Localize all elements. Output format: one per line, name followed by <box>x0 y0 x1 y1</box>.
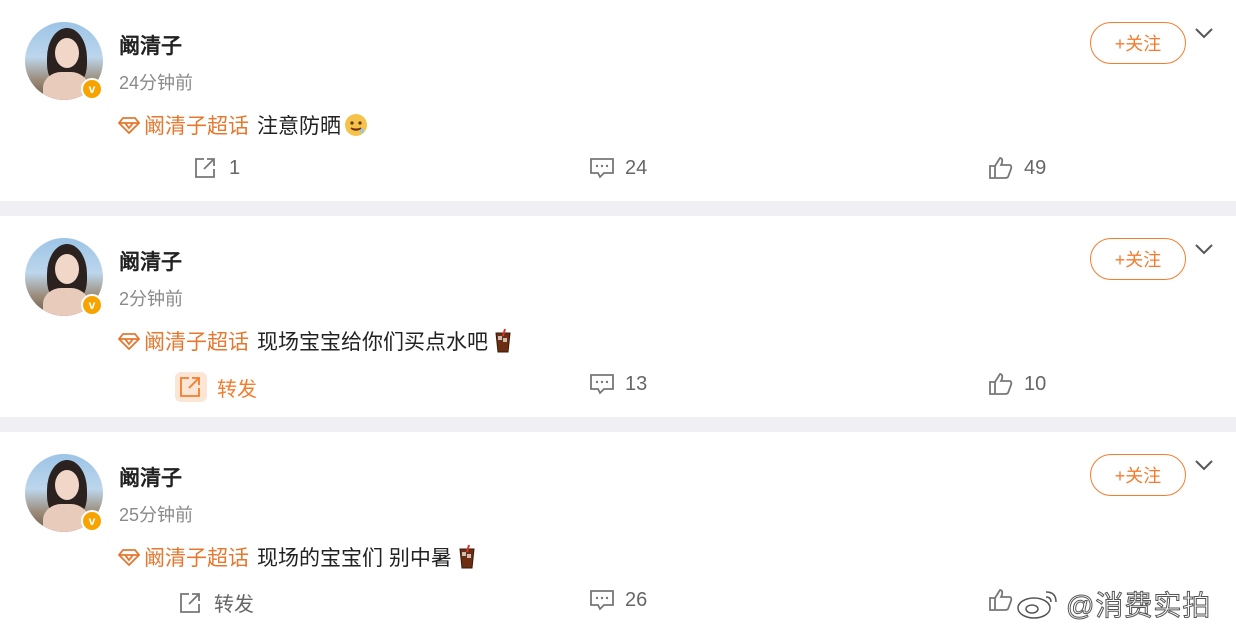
share-icon <box>195 158 215 178</box>
share-icon-highlight <box>175 372 207 402</box>
supertopic-link[interactable]: 阚清子超话 <box>118 542 249 572</box>
verified-badge-icon: v <box>81 294 103 316</box>
supertopic-link[interactable]: 阚清子超话 <box>118 110 249 140</box>
post-text: 现场宝宝给你们买点水吧 <box>257 331 488 354</box>
verified-badge-icon: v <box>81 78 103 100</box>
post-time: 2分钟前 <box>119 289 184 309</box>
topic-label: 阚清子超话 <box>144 547 249 570</box>
iced-drink-emoji-icon <box>459 544 475 569</box>
repost-count: 1 <box>229 156 241 179</box>
chevron-down-icon[interactable] <box>1194 26 1214 40</box>
drooling-face-emoji-icon <box>345 114 367 136</box>
verified-badge-icon: v <box>81 510 103 532</box>
comment-icon <box>590 590 614 611</box>
post-content: 阚清子超话 现场的宝宝们 别中暑 <box>118 542 480 572</box>
post-content: 阚清子超话 现场宝宝给你们买点水吧 <box>118 326 516 356</box>
share-icon <box>180 592 200 613</box>
comment-button[interactable]: 26 <box>589 588 647 612</box>
share-icon <box>180 377 200 397</box>
follow-button[interactable]: +关注 <box>1090 454 1186 496</box>
topic-label: 阚清子超话 <box>144 331 249 354</box>
comment-count: 24 <box>625 156 648 179</box>
chevron-down-icon[interactable] <box>1194 242 1214 256</box>
like-count: 49 <box>1024 156 1047 179</box>
thumbs-up-icon <box>989 157 1013 179</box>
username[interactable]: 阚清子 <box>119 462 182 492</box>
diamond-icon <box>118 117 140 134</box>
repost-label: 转发 <box>214 594 254 616</box>
comment-count: 26 <box>625 588 648 611</box>
username[interactable]: 阚清子 <box>119 246 182 276</box>
like-count: 10 <box>1024 372 1047 395</box>
post-text: 现场的宝宝们 别中暑 <box>257 547 452 570</box>
comment-button[interactable]: 13 <box>589 372 647 396</box>
comment-icon <box>590 158 614 179</box>
username[interactable]: 阚清子 <box>119 30 182 60</box>
thumbs-up-icon <box>989 589 1013 611</box>
post-content: 阚清子超话 注意防晒 <box>118 110 369 140</box>
supertopic-link[interactable]: 阚清子超话 <box>118 326 249 356</box>
post-time: 25分钟前 <box>119 505 194 525</box>
weibo-logo-icon <box>1017 591 1057 619</box>
diamond-icon <box>118 549 140 566</box>
post-time: 24分钟前 <box>119 73 194 93</box>
chevron-down-icon[interactable] <box>1194 458 1214 472</box>
repost-button[interactable]: 1 <box>193 156 240 180</box>
like-button[interactable]: 49 <box>988 156 1046 180</box>
comment-icon <box>590 374 614 395</box>
comment-button[interactable]: 24 <box>589 156 647 180</box>
thumbs-up-icon <box>989 373 1013 395</box>
post-card: v 阚清子 2分钟前 +关注 阚清子超话 现场宝宝给你们买点水吧 转发 13 1… <box>0 216 1236 417</box>
follow-button[interactable]: +关注 <box>1090 238 1186 280</box>
repost-button[interactable]: 转发 <box>178 588 254 617</box>
diamond-icon <box>118 333 140 350</box>
watermark-text: @消费实拍 <box>1065 590 1212 622</box>
like-button[interactable]: 10 <box>988 372 1046 396</box>
post-card: v 阚清子 24分钟前 +关注 阚清子超话 注意防晒 1 24 49 <box>0 0 1236 201</box>
post-text: 注意防晒 <box>257 115 341 138</box>
repost-label: 转发 <box>217 378 257 401</box>
watermark: @消费实拍 <box>1016 584 1211 624</box>
follow-button[interactable]: +关注 <box>1090 22 1186 64</box>
comment-count: 13 <box>625 372 648 395</box>
topic-label: 阚清子超话 <box>144 115 249 138</box>
repost-button[interactable]: 转发 <box>175 372 257 402</box>
iced-drink-emoji-icon <box>495 328 511 353</box>
